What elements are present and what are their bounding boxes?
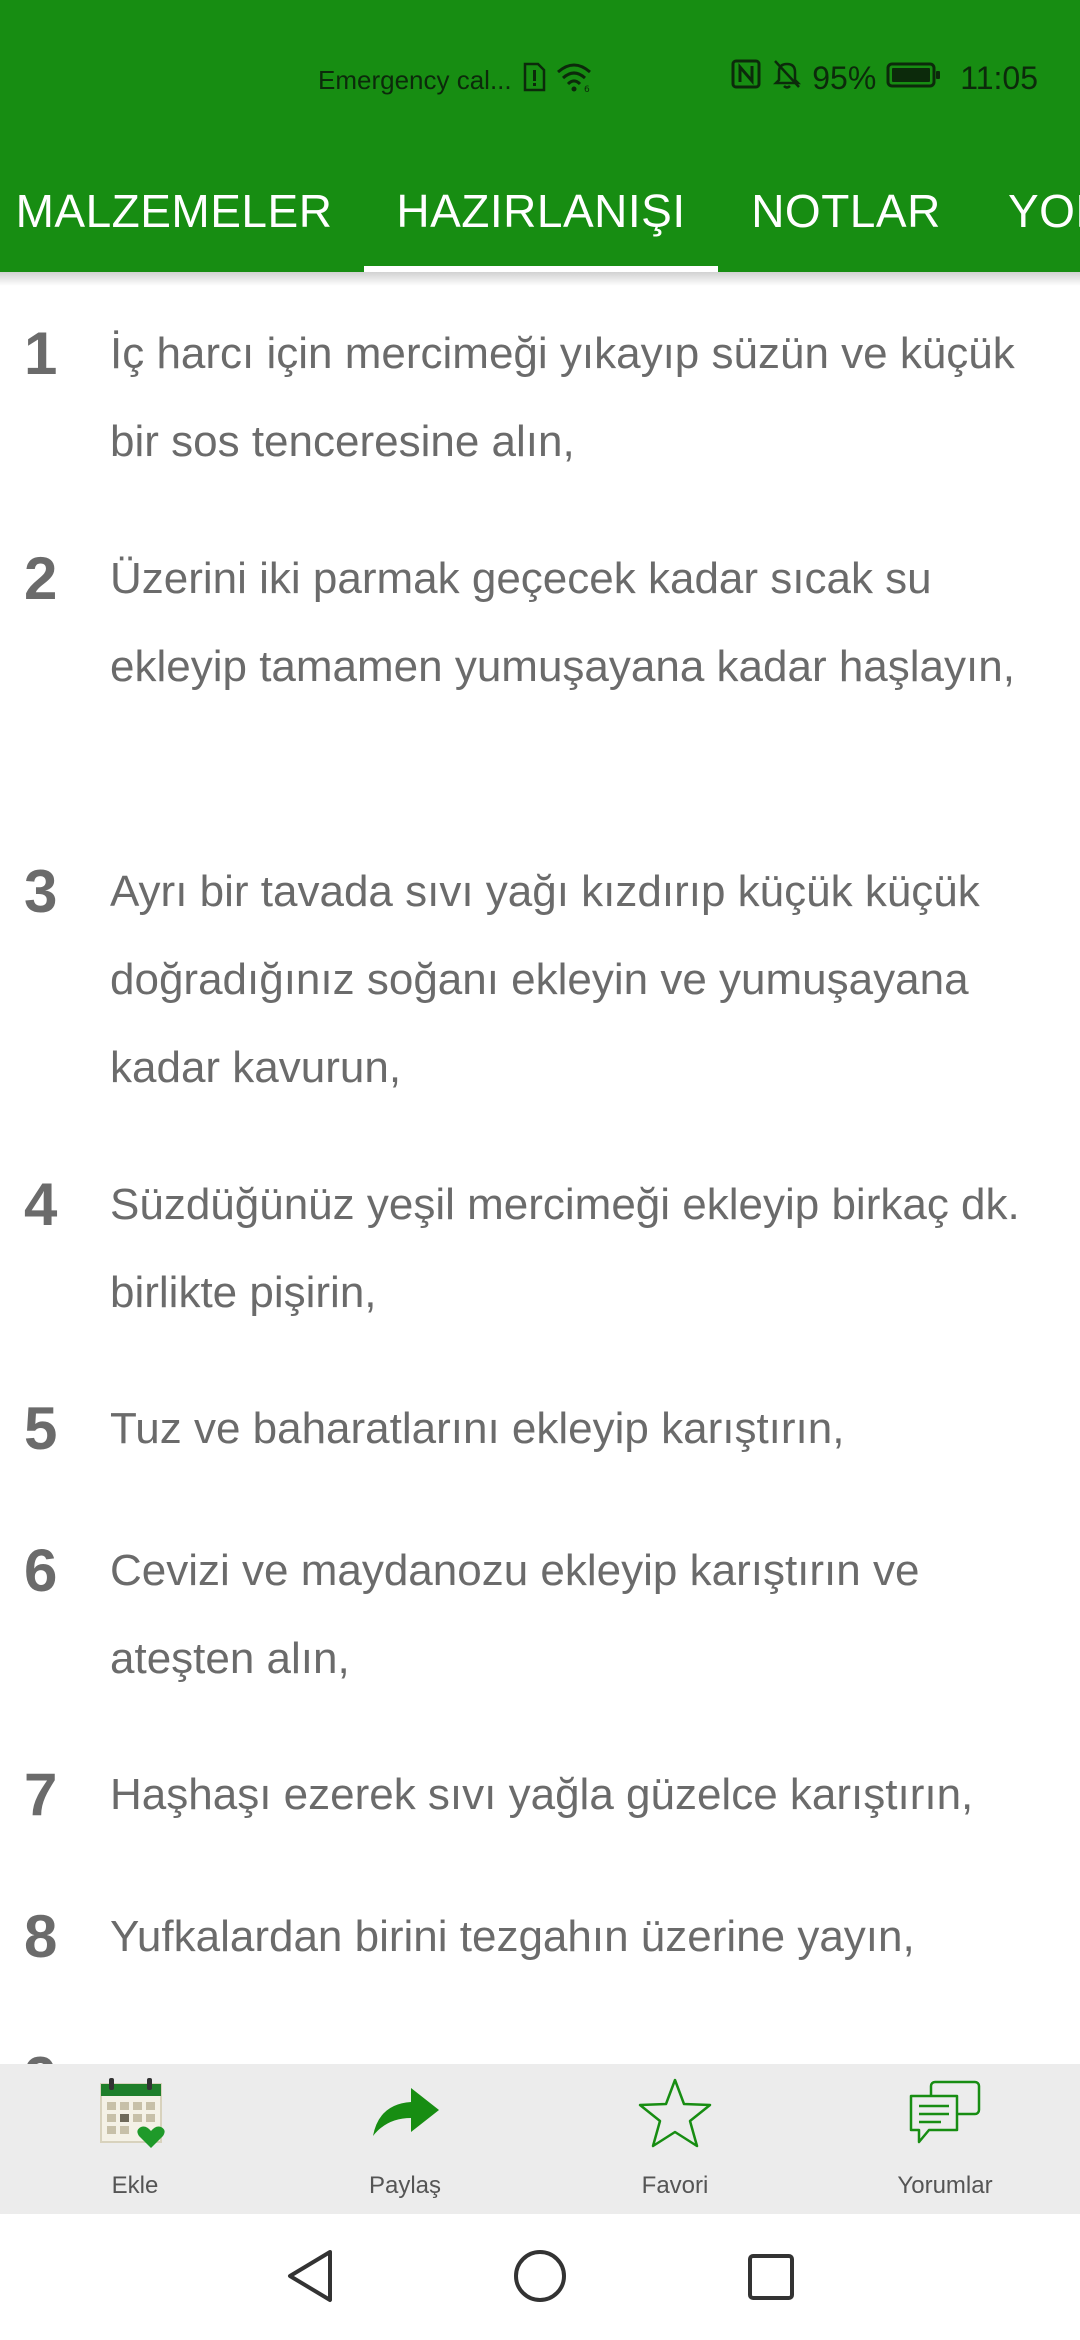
- step-text: Tuz ve baharatlarını ekleyip karıştırın,: [110, 1404, 845, 1453]
- system-nav-bar: [0, 2214, 1080, 2340]
- step-text: Haşhaşı ezerek sıvı yağla güzelce karışt…: [110, 1770, 974, 1819]
- status-bar: Emergency cal... 6 95% 11:05: [0, 0, 1080, 150]
- step-number: 2: [24, 545, 58, 612]
- calendar-heart-icon: [95, 2074, 175, 2159]
- step-number: 7: [24, 1761, 58, 1828]
- tab-label: YOR: [1008, 185, 1080, 237]
- step-number: 8: [24, 1903, 58, 1970]
- clock: 11:05: [960, 59, 1038, 96]
- home-icon[interactable]: [508, 2244, 572, 2313]
- step-number: 1: [24, 320, 58, 387]
- bell-muted-icon: [772, 58, 802, 98]
- step-text: Üzerini iki parmak geçecek kadar sıcak s…: [110, 554, 1015, 691]
- status-right: 95% 11:05: [730, 56, 1038, 100]
- back-icon[interactable]: [280, 2244, 340, 2313]
- tab-hazirlanisi[interactable]: HAZIRLANIŞI: [364, 150, 718, 272]
- step-text: Ayrı bir tavada sıvı yağı kızdırıp küçük…: [110, 867, 980, 1092]
- action-label: Favori: [641, 2172, 709, 2199]
- step-text: İç harcı için mercimeği yıkayıp süzün ve…: [110, 329, 1015, 466]
- tab-yorumlar[interactable]: YOR: [1008, 150, 1080, 272]
- favorite-button[interactable]: Favori: [540, 2064, 810, 2214]
- star-icon: [635, 2074, 715, 2159]
- action-label: Paylaş: [368, 2172, 442, 2199]
- chat-bubbles-icon: [905, 2074, 985, 2159]
- tab-notlar[interactable]: NOTLAR: [718, 150, 974, 272]
- nfc-icon: [730, 58, 762, 98]
- add-calendar-button[interactable]: Ekle: [0, 2064, 270, 2214]
- step-number: 3: [24, 858, 58, 925]
- sim-alert-icon: [522, 62, 546, 99]
- tab-malzemeler[interactable]: MALZEMELER: [0, 150, 348, 272]
- carrier-text: Emergency cal...: [318, 64, 512, 95]
- action-label: Ekle: [111, 2172, 159, 2199]
- tab-bar: MALZEMELER HAZIRLANIŞI NOTLAR YOR: [0, 150, 1080, 272]
- tab-label: NOTLAR: [751, 185, 941, 237]
- tab-label: MALZEMELER: [15, 185, 333, 237]
- recents-icon[interactable]: [738, 2244, 802, 2313]
- step-number: 9: [24, 2035, 57, 2064]
- tab-label: HAZIRLANIŞI: [396, 185, 686, 237]
- step-text: Süzdüğünüz yeşil mercimeği ekleyip birka…: [110, 1180, 1020, 1317]
- svg-text:6: 6: [584, 85, 590, 92]
- comments-button[interactable]: Yorumlar: [810, 2064, 1080, 2214]
- step-text: Yufkalardan birini tezgahın üzerine yayı…: [110, 1912, 915, 1961]
- header-shadow: [0, 272, 1080, 286]
- step-number: 5: [24, 1395, 58, 1462]
- step-number: 4: [24, 1171, 58, 1238]
- step-number: 6: [24, 1537, 58, 1604]
- step-text: Cevizi ve maydanozu ekleyip karıştırın v…: [110, 1546, 920, 1683]
- action-label: Yorumlar: [897, 2172, 993, 2199]
- status-left: Emergency cal... 6: [318, 58, 592, 102]
- battery-percent: 95%: [812, 59, 877, 96]
- app-header: Emergency cal... 6 95% 11:05 MALZEMELER …: [0, 0, 1080, 272]
- share-button[interactable]: Paylaş: [270, 2064, 540, 2214]
- steps-list[interactable]: 1 İç harcı için mercimeği yıkayıp süzün …: [0, 290, 1080, 2064]
- battery-icon: [886, 60, 942, 97]
- bottom-action-bar: Ekle Paylaş Favori Yorumlar: [0, 2064, 1080, 2214]
- wifi-icon: 6: [556, 62, 592, 99]
- share-arrow-icon: [365, 2074, 445, 2159]
